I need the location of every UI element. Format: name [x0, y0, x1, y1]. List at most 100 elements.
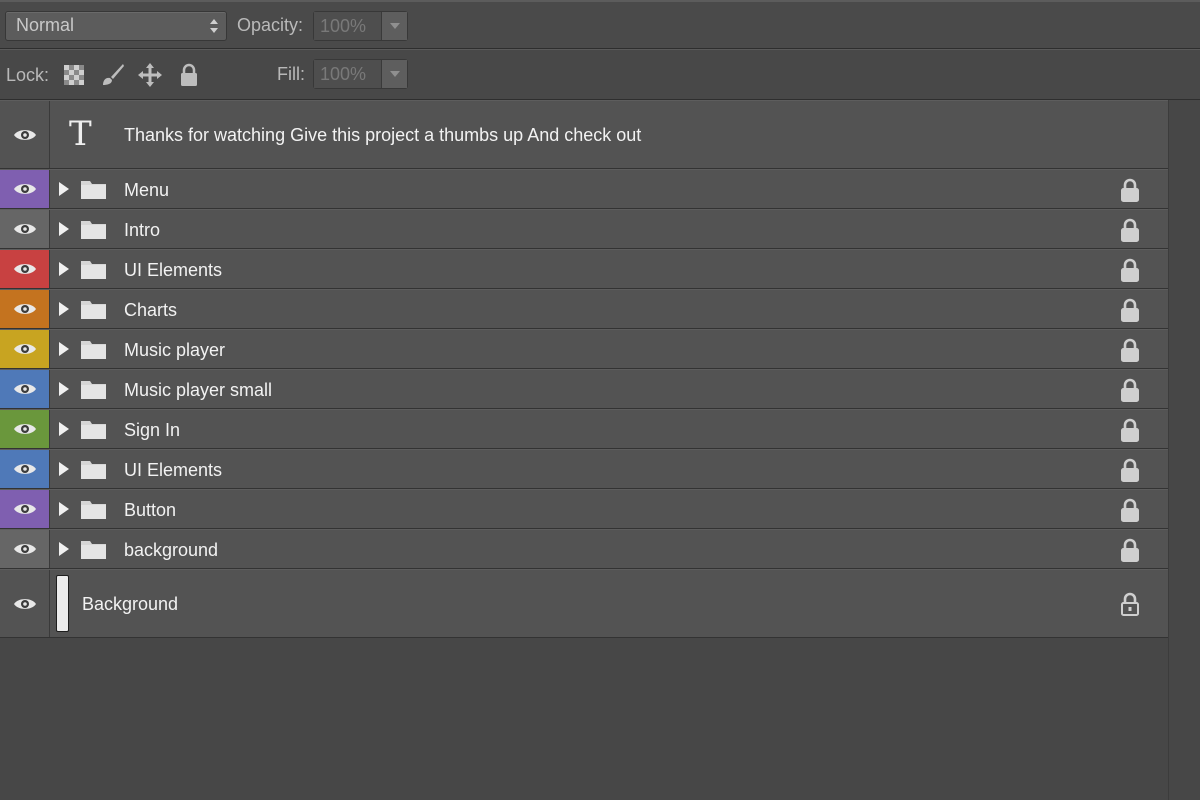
lock-icon: [1121, 378, 1139, 402]
opacity-dropdown-button[interactable]: [382, 12, 407, 40]
visibility-toggle[interactable]: [0, 210, 50, 248]
visibility-toggle[interactable]: [0, 101, 50, 168]
folder-icon: [81, 301, 106, 319]
layer-row[interactable]: Music player: [0, 329, 1168, 369]
layer-row[interactable]: Intro: [0, 209, 1168, 249]
blend-mode-bar: Normal Opacity: 100%: [0, 0, 1200, 49]
layer-name: UI Elements: [124, 460, 223, 480]
layer-name: Button: [124, 500, 177, 520]
opacity-field[interactable]: 100%: [313, 11, 408, 41]
lock-icon: [1121, 298, 1139, 322]
eye-icon: [13, 344, 36, 354]
fill-dropdown-button[interactable]: [382, 60, 407, 88]
folder-icon: [81, 541, 106, 559]
lock-icon: [1121, 418, 1139, 442]
blend-mode-value: Normal: [16, 15, 75, 35]
visibility-toggle[interactable]: [0, 570, 50, 637]
lock-icon: [1121, 592, 1139, 616]
lock-icon: [1121, 498, 1139, 522]
expand-arrow-icon[interactable]: [59, 382, 69, 396]
layer-row[interactable]: Button: [0, 489, 1168, 529]
layer-row[interactable]: background: [0, 529, 1168, 569]
layer-row[interactable]: UI Elements: [0, 249, 1168, 289]
expand-arrow-icon[interactable]: [59, 342, 69, 356]
lock-all-icon[interactable]: [176, 62, 202, 88]
lock-label: Lock:: [6, 65, 50, 85]
expand-arrow-icon[interactable]: [59, 502, 69, 516]
eye-icon: [13, 304, 36, 314]
visibility-toggle[interactable]: [0, 250, 50, 288]
visibility-toggle[interactable]: [0, 490, 50, 528]
expand-arrow-icon[interactable]: [59, 182, 69, 196]
opacity-label: Opacity:: [237, 15, 304, 35]
layer-name: Menu: [124, 180, 170, 200]
expand-arrow-icon[interactable]: [59, 262, 69, 276]
visibility-toggle[interactable]: [0, 410, 50, 448]
eye-icon: [13, 384, 36, 394]
lock-icon: [1121, 538, 1139, 562]
lock-position-icon[interactable]: [137, 62, 163, 88]
layer-name: Music player: [124, 340, 226, 360]
panel-scroll-edge[interactable]: [1168, 100, 1200, 800]
layer-row[interactable]: Menu: [0, 169, 1168, 209]
lock-icon: [1121, 458, 1139, 482]
layer-name: Thanks for watching Give this project a …: [124, 125, 642, 145]
expand-arrow-icon[interactable]: [59, 422, 69, 436]
lock-icon: [1121, 338, 1139, 362]
eye-icon: [13, 598, 36, 609]
folder-icon: [81, 341, 106, 359]
visibility-toggle[interactable]: [0, 290, 50, 328]
expand-arrow-icon[interactable]: [59, 462, 69, 476]
eye-icon: [13, 504, 36, 514]
layer-row[interactable]: UI Elements: [0, 449, 1168, 489]
folder-icon: [81, 181, 106, 199]
eye-icon: [13, 224, 36, 234]
layer-name: Charts: [124, 300, 178, 320]
layer-name: Sign In: [124, 420, 181, 440]
layers-empty-area: [0, 641, 1168, 800]
opacity-value[interactable]: 100%: [314, 12, 382, 40]
lock-icon: [1121, 218, 1139, 242]
visibility-toggle[interactable]: [0, 450, 50, 488]
layer-row[interactable]: T Thanks for watching Give this project a…: [0, 100, 1168, 169]
chevron-down-icon: [389, 71, 400, 77]
layer-row[interactable]: Background: [0, 569, 1168, 638]
lock-transparent-pixels-icon[interactable]: [61, 62, 87, 88]
layer-row[interactable]: Sign In: [0, 409, 1168, 449]
folder-icon: [81, 501, 106, 519]
layer-name: UI Elements: [124, 260, 223, 280]
layer-thumbnail: [56, 575, 69, 632]
eye-icon: [13, 129, 36, 140]
expand-arrow-icon[interactable]: [59, 542, 69, 556]
visibility-toggle[interactable]: [0, 530, 50, 568]
expand-arrow-icon[interactable]: [59, 222, 69, 236]
expand-arrow-icon[interactable]: [59, 302, 69, 316]
folder-icon: [81, 421, 106, 439]
folder-icon: [81, 461, 106, 479]
layer-name: Intro: [124, 220, 161, 240]
folder-icon: [81, 381, 106, 399]
layer-name: Background: [82, 594, 179, 614]
layer-name: background: [124, 540, 219, 560]
lock-icon: [1121, 178, 1139, 202]
eye-icon: [13, 544, 36, 554]
layers-list: T Thanks for watching Give this project a…: [0, 100, 1168, 638]
eye-icon: [13, 184, 36, 194]
fill-label: Fill:: [277, 64, 305, 84]
visibility-toggle[interactable]: [0, 370, 50, 408]
layer-row[interactable]: Charts: [0, 289, 1168, 329]
layer-row[interactable]: Music player small: [0, 369, 1168, 409]
fill-value[interactable]: 100%: [314, 60, 382, 88]
lock-image-pixels-icon[interactable]: [99, 62, 125, 88]
layer-name: Music player small: [124, 380, 273, 400]
visibility-toggle[interactable]: [0, 330, 50, 368]
visibility-toggle[interactable]: [0, 170, 50, 208]
folder-icon: [81, 261, 106, 279]
folder-icon: [81, 221, 106, 239]
eye-icon: [13, 464, 36, 474]
eye-icon: [13, 264, 36, 274]
type-layer-icon: T: [69, 114, 92, 154]
blend-mode-select[interactable]: Normal: [5, 11, 227, 41]
fill-field[interactable]: 100%: [313, 59, 408, 89]
lock-icon: [1121, 258, 1139, 282]
